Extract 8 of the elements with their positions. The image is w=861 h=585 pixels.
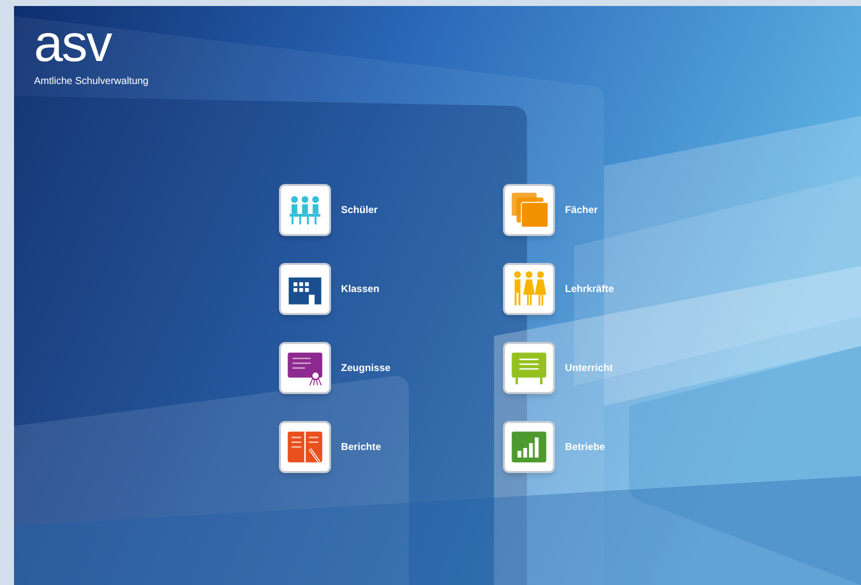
module-label[interactable]: Berichte xyxy=(341,440,382,454)
module-label[interactable]: Zeugnisse xyxy=(341,360,390,376)
module-label[interactable]: Schüler xyxy=(341,202,378,218)
logo-wordmark: asv xyxy=(34,20,113,68)
module-label[interactable]: Fächer xyxy=(565,202,598,218)
module-label[interactable]: Klassen xyxy=(341,282,380,296)
module-label[interactable]: Lehrkräfte xyxy=(565,282,614,296)
logo-subtitle: Amtliche Schulverwaltung xyxy=(34,75,150,89)
